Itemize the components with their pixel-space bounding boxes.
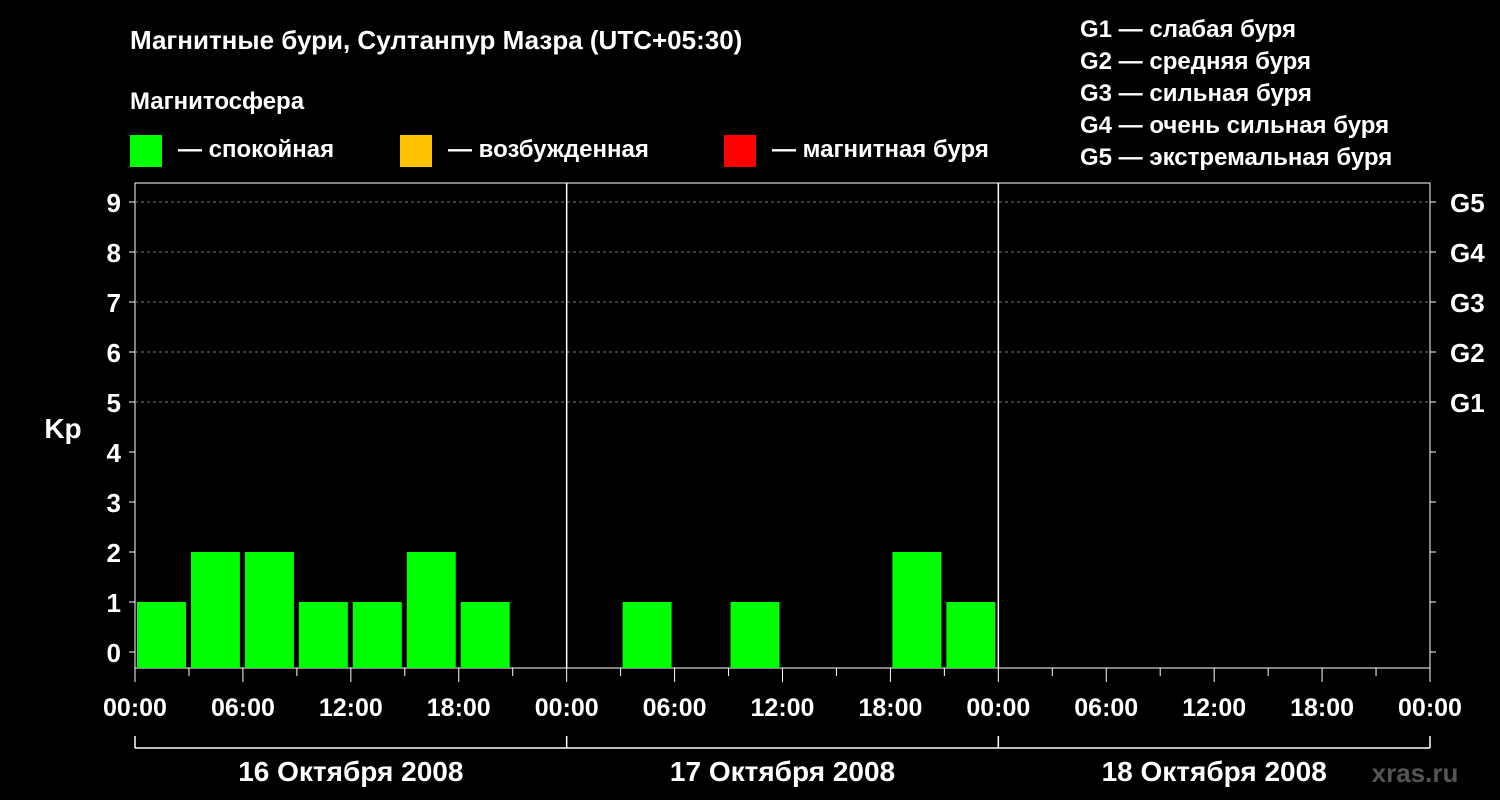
kp-chart: Магнитные бури, Султанпур Мазра (UTC+05:… bbox=[44, 16, 1485, 788]
kp-bar-day1-slot5 bbox=[352, 602, 402, 668]
kp-bar-day2-slot8 bbox=[946, 602, 996, 668]
x-tick-label: 12:00 bbox=[1182, 694, 1246, 722]
plot-frame bbox=[134, 182, 1431, 669]
legend-label-storm: — магнитная буря bbox=[772, 136, 989, 163]
g-scale-g5: G5 — экстремальная буря bbox=[1080, 144, 1392, 171]
y-tick-label: 9 bbox=[107, 188, 121, 218]
g-level-label: G5 bbox=[1450, 188, 1485, 218]
x-tick-label: 12:00 bbox=[751, 694, 815, 722]
g-scale-g4: G4 — очень сильная буря bbox=[1080, 112, 1389, 139]
kp-bar-day1-slot1 bbox=[137, 602, 186, 668]
legend-title: Магнитосфера bbox=[130, 88, 305, 115]
plot-area: 0 1 2 3 4 5 6 7 8 9 G1 G2 G3 G4 G5 00:00 06:00 12:00 18:00… bbox=[103, 182, 1485, 787]
x-tick-label: 18:00 bbox=[1290, 694, 1354, 722]
g-level-label: G3 bbox=[1450, 288, 1485, 318]
legend-label-excited: — возбужденная bbox=[448, 136, 649, 163]
legend-label-calm: — спокойная bbox=[178, 136, 334, 163]
x-tick-label: 00:00 bbox=[535, 694, 599, 722]
y-tick-label: 2 bbox=[107, 538, 121, 568]
x-tick-label: 06:00 bbox=[643, 694, 707, 722]
kp-bar-day1-slot3 bbox=[244, 552, 294, 668]
x-tick-label: 12:00 bbox=[319, 694, 383, 722]
day-label: 16 Октября 2008 bbox=[238, 756, 463, 787]
g-level-label: G2 bbox=[1450, 338, 1485, 368]
y-tick-label: 3 bbox=[107, 488, 121, 518]
y-axis-label: Kp bbox=[44, 413, 81, 444]
x-tick-label: 00:00 bbox=[103, 694, 167, 722]
g-scale-g2: G2 — средняя буря bbox=[1080, 48, 1311, 75]
g-level-label: G4 bbox=[1450, 238, 1485, 268]
x-tick-label: 18:00 bbox=[427, 694, 491, 722]
kp-bar-day1-slot2 bbox=[190, 552, 240, 668]
kp-bar-day1-slot4 bbox=[298, 602, 348, 668]
x-tick-label: 06:00 bbox=[1074, 694, 1138, 722]
y-tick-label: 8 bbox=[107, 238, 121, 268]
day-label: 18 Октября 2008 bbox=[1102, 756, 1327, 787]
x-tick-label: 18:00 bbox=[858, 694, 922, 722]
y-tick-label: 5 bbox=[107, 388, 121, 418]
chart-title: Магнитные бури, Султанпур Мазра (UTC+05:… bbox=[130, 25, 742, 55]
x-tick-label: 00:00 bbox=[1398, 694, 1462, 722]
x-tick-label: 06:00 bbox=[211, 694, 275, 722]
g-level-label: G1 bbox=[1450, 388, 1485, 418]
kp-bar-day1-slot6 bbox=[406, 552, 456, 668]
y-tick-label: 7 bbox=[107, 288, 121, 318]
g-scale-g1: G1 — слабая буря bbox=[1080, 16, 1296, 43]
y-tick-label: 0 bbox=[107, 638, 121, 668]
y-tick-label: 1 bbox=[107, 588, 121, 618]
g-scale-g3: G3 — сильная буря bbox=[1080, 80, 1312, 107]
kp-bar-day1-slot7 bbox=[460, 602, 510, 668]
y-tick-label: 4 bbox=[107, 438, 122, 468]
x-tick-label: 00:00 bbox=[966, 694, 1030, 722]
y-tick-label: 6 bbox=[107, 338, 121, 368]
legend-swatch-calm bbox=[130, 135, 162, 167]
legend-swatch-storm bbox=[724, 135, 756, 167]
kp-bar-day2-slot7 bbox=[892, 552, 942, 668]
kp-bar-day2-slot4 bbox=[730, 602, 780, 668]
kp-bar-day2-slot2 bbox=[622, 602, 672, 668]
watermark: xras.ru bbox=[1372, 758, 1459, 788]
day-label: 17 Октября 2008 bbox=[670, 756, 895, 787]
legend-swatch-excited bbox=[400, 135, 432, 167]
